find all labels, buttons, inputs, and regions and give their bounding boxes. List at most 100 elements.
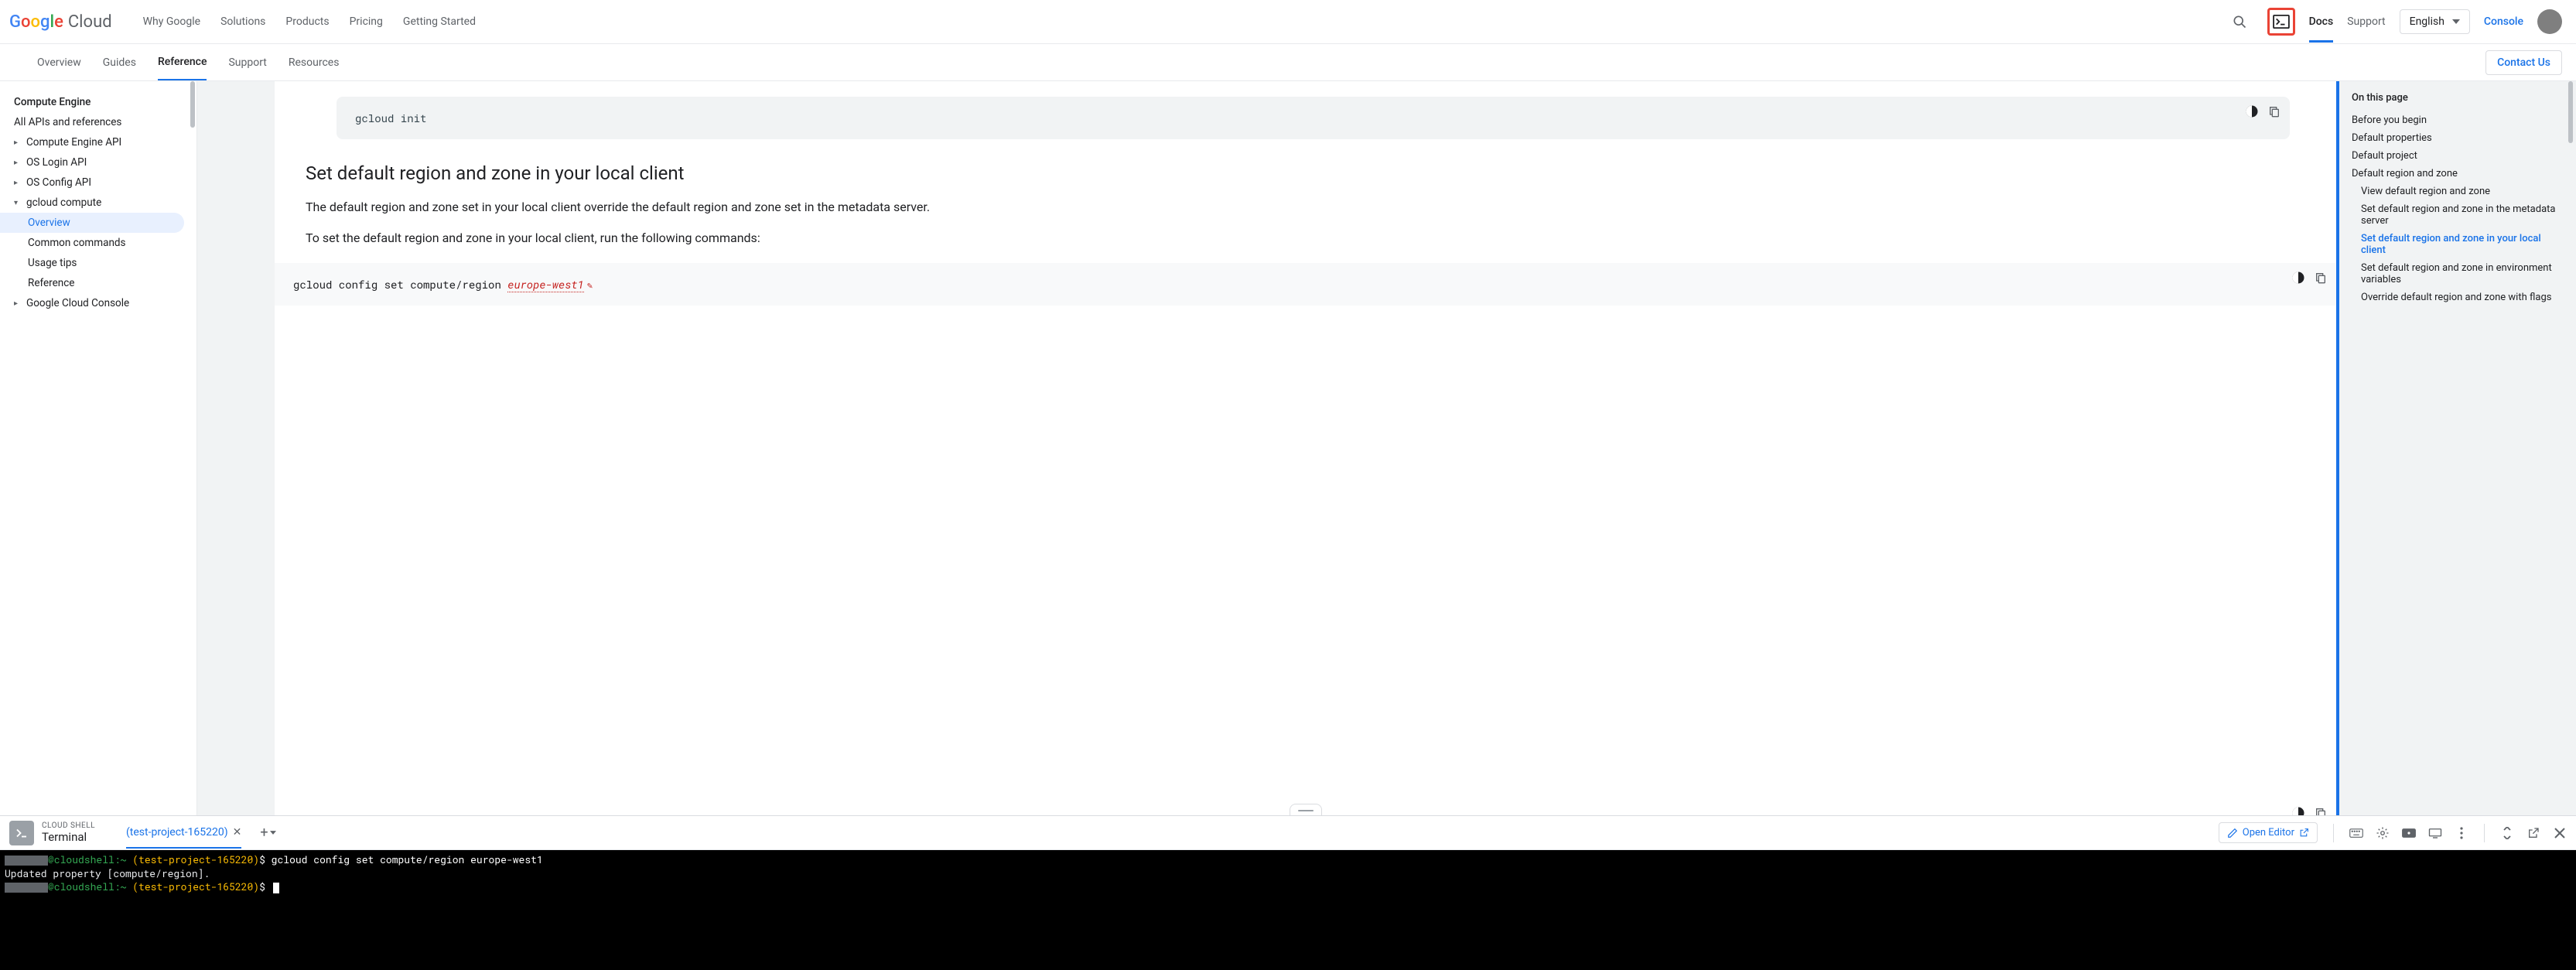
- table-of-contents: On this page Before you begin Default pr…: [2336, 81, 2576, 815]
- terminal-tab[interactable]: (test-project-165220) ✕: [126, 818, 241, 849]
- nav-products[interactable]: Products: [285, 15, 329, 28]
- cloud-shell-logo-icon: [9, 821, 34, 845]
- theme-icon[interactable]: [2291, 806, 2305, 815]
- chevron-right-icon: ▸: [14, 299, 22, 308]
- terminal-tab-label: (test-project-165220): [126, 826, 228, 839]
- tab-guides[interactable]: Guides: [103, 44, 136, 80]
- sidebar-item-os-config-api[interactable]: ▸OS Config API: [0, 172, 196, 193]
- copy-icon[interactable]: [2315, 806, 2327, 815]
- sidebar-item-common-commands[interactable]: Common commands: [0, 233, 196, 253]
- sidebar-item-os-login-api[interactable]: ▸OS Login API: [0, 152, 196, 172]
- cloud-shell-right-controls: Open Editor: [2219, 822, 2567, 843]
- sidebar-item-gcloud-compute[interactable]: ▾gcloud compute: [0, 193, 196, 213]
- redacted-user: [5, 883, 48, 893]
- search-icon[interactable]: [2226, 8, 2253, 36]
- theme-icon[interactable]: [2245, 104, 2259, 118]
- top-header: Google Cloud Why Google Solutions Produc…: [0, 0, 2576, 44]
- close-icon[interactable]: ✕: [233, 826, 242, 839]
- terminal-cursor: [273, 883, 279, 893]
- tab-support[interactable]: Support: [228, 44, 266, 80]
- tab-resources[interactable]: Resources: [289, 44, 340, 80]
- toc-item[interactable]: Set default region and zone in the metad…: [2352, 200, 2561, 230]
- content-area: gcloud init Set default region and zone …: [197, 81, 2576, 815]
- sidebar-item-usage-tips[interactable]: Usage tips: [0, 253, 196, 273]
- sidebar-item-all-apis[interactable]: All APIs and references: [0, 112, 196, 132]
- sidebar-scrollbar[interactable]: [190, 81, 195, 128]
- paragraph: To set the default region and zone in yo…: [306, 229, 2290, 248]
- code-text: gcloud init: [355, 111, 426, 125]
- code-block-set-region: gcloud config set compute/region europe-…: [275, 263, 2336, 306]
- docs-link[interactable]: Docs: [2309, 15, 2334, 43]
- sidebar-item-overview[interactable]: Overview: [0, 213, 184, 233]
- tab-overview[interactable]: Overview: [37, 44, 81, 80]
- toc-item[interactable]: Default project: [2352, 147, 2561, 165]
- section-heading: Set default region and zone in your loca…: [306, 162, 2290, 184]
- nav-why-google[interactable]: Why Google: [143, 15, 200, 28]
- cloud-shell-toolbar: CLOUD SHELL Terminal (test-project-16522…: [0, 816, 2576, 850]
- toc-item[interactable]: Default region and zone: [2352, 165, 2561, 183]
- code-variable[interactable]: europe-west1: [507, 277, 584, 292]
- redacted-user: [5, 856, 48, 866]
- left-sidebar[interactable]: Compute Engine All APIs and references ▸…: [0, 81, 197, 815]
- doc-page[interactable]: gcloud init Set default region and zone …: [275, 81, 2336, 815]
- nav-pricing[interactable]: Pricing: [350, 15, 383, 28]
- open-new-window-icon[interactable]: [2526, 826, 2540, 840]
- toc-item-active[interactable]: Set default region and zone in your loca…: [2352, 230, 2561, 259]
- web-preview-icon[interactable]: [2402, 826, 2416, 840]
- toc-title: On this page: [2352, 92, 2561, 104]
- terminal-line: Updated property [compute/region].: [5, 866, 210, 880]
- copy-icon[interactable]: [2315, 271, 2327, 285]
- avatar[interactable]: [2537, 9, 2562, 34]
- cloud-shell-label: CLOUD SHELL: [42, 821, 95, 831]
- page-resize-handle[interactable]: [1290, 804, 1322, 815]
- close-icon[interactable]: [2553, 826, 2567, 840]
- toc-item[interactable]: Override default region and zone with fl…: [2352, 289, 2561, 306]
- add-tab-button[interactable]: +: [260, 825, 275, 841]
- terminal-output[interactable]: @cloudshell:~ (test-project-165220)$ gcl…: [0, 850, 2576, 970]
- nav-solutions[interactable]: Solutions: [220, 15, 265, 28]
- language-selector[interactable]: English: [2400, 9, 2470, 34]
- cloud-shell-icon[interactable]: [2267, 8, 2295, 36]
- sub-header: Overview Guides Reference Support Resour…: [0, 44, 2576, 81]
- code-block-gcloud-init: gcloud init: [337, 97, 2290, 139]
- top-nav: Why Google Solutions Products Pricing Ge…: [143, 15, 476, 28]
- tab-reference[interactable]: Reference: [158, 44, 207, 80]
- sidebar-item-google-cloud-console[interactable]: ▸Google Cloud Console: [0, 293, 196, 313]
- language-label: English: [2410, 15, 2444, 28]
- contact-us-button[interactable]: Contact Us: [2485, 50, 2562, 75]
- devices-icon[interactable]: [2428, 826, 2442, 840]
- cloud-shell-terminal-label: Terminal: [42, 831, 95, 844]
- open-external-icon: [2299, 828, 2309, 838]
- chevron-right-icon: ▸: [14, 159, 22, 167]
- minimize-icon[interactable]: [2500, 826, 2514, 840]
- gear-icon[interactable]: [2376, 826, 2390, 840]
- edit-icon[interactable]: ✎: [587, 279, 593, 292]
- chevron-right-icon: ▸: [14, 179, 22, 187]
- cloud-shell-title: CLOUD SHELL Terminal: [42, 821, 95, 844]
- sub-tabs: Overview Guides Reference Support Resour…: [37, 44, 339, 80]
- top-right-controls: Docs Support English Console: [2226, 1, 2562, 43]
- toc-item[interactable]: Set default region and zone in environme…: [2352, 259, 2561, 289]
- sidebar-item-compute-engine-api[interactable]: ▸Compute Engine API: [0, 132, 196, 152]
- toc-item[interactable]: Before you begin: [2352, 111, 2561, 129]
- sidebar-section-title[interactable]: Compute Engine: [0, 92, 196, 112]
- nav-getting-started[interactable]: Getting Started: [403, 15, 476, 28]
- toc-item[interactable]: View default region and zone: [2352, 183, 2561, 200]
- copy-icon[interactable]: [2268, 104, 2280, 118]
- more-icon[interactable]: [2455, 826, 2468, 840]
- chevron-down-icon: [270, 831, 276, 835]
- keyboard-icon[interactable]: [2349, 826, 2363, 840]
- edit-icon: [2227, 828, 2238, 839]
- console-link[interactable]: Console: [2484, 15, 2523, 28]
- code-text: gcloud config set compute/region: [293, 277, 507, 292]
- support-link[interactable]: Support: [2347, 15, 2385, 28]
- google-cloud-logo[interactable]: Google Cloud: [9, 12, 112, 32]
- theme-icon[interactable]: [2291, 271, 2305, 285]
- main-content: Compute Engine All APIs and references ▸…: [0, 81, 2576, 815]
- toc-scrollbar[interactable]: [2568, 81, 2573, 143]
- cloud-shell-panel: CLOUD SHELL Terminal (test-project-16522…: [0, 815, 2576, 970]
- toc-item[interactable]: Default properties: [2352, 129, 2561, 147]
- sidebar-item-reference[interactable]: Reference: [0, 273, 196, 293]
- paragraph: The default region and zone set in your …: [306, 198, 2290, 217]
- open-editor-button[interactable]: Open Editor: [2219, 822, 2318, 843]
